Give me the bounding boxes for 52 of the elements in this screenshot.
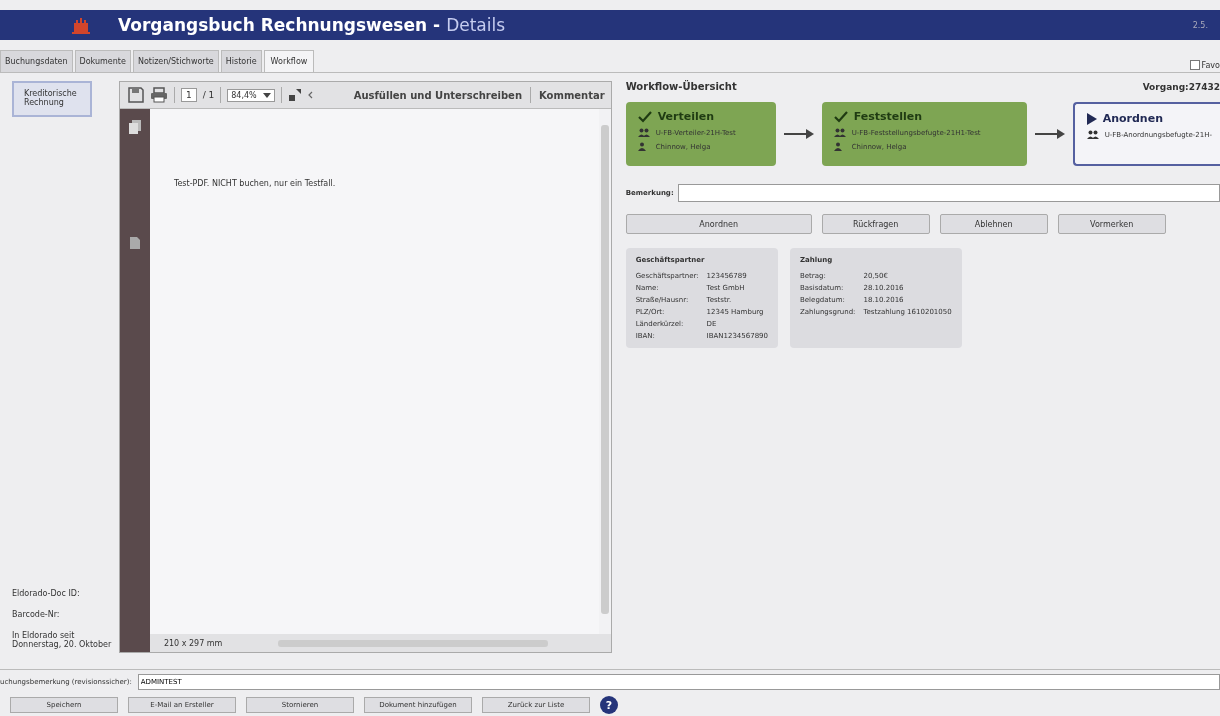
tab[interactable]: Notizen/Stichworte: [132, 50, 219, 72]
chevron-icon[interactable]: [307, 91, 313, 99]
person-icon: [833, 142, 842, 151]
favorite-checkbox[interactable]: Favo: [1189, 60, 1220, 70]
document-info-label: Barcode-Nr:: [12, 610, 61, 619]
play-icon: [1086, 112, 1097, 125]
case-number: Vorgang:27432: [1142, 81, 1220, 92]
step-name: Anordnen: [1102, 112, 1163, 125]
person-icon: [637, 142, 646, 151]
group-icon: [833, 128, 846, 137]
zoom-dropdown[interactable]: 84,4%: [227, 88, 275, 102]
arrow-icon: [1034, 129, 1065, 139]
title-separator: -: [433, 15, 441, 35]
window-title: Vorgangsbuch Rechnungswesen: [118, 15, 428, 35]
check-icon: [833, 110, 848, 123]
page-size-label: 210 x 297 mm: [163, 638, 224, 648]
page-number-field[interactable]: 1: [180, 88, 197, 102]
attachment-icon[interactable]: [127, 235, 142, 251]
workflow-action-button[interactable]: Ablehnen: [939, 214, 1048, 234]
tab[interactable]: Dokumente: [74, 50, 131, 72]
caret-icon: [262, 92, 271, 98]
check-icon: [637, 110, 652, 123]
document-info-label: In Eldorado seit Donnerstag, 20. Oktober: [12, 631, 113, 649]
document-info-label: Eldorado-Doc ID:: [12, 589, 81, 598]
horizontal-scrollbar[interactable]: [277, 639, 548, 647]
fill-sign-button[interactable]: Ausfüllen und Unterschreiben: [351, 89, 524, 101]
comment-button[interactable]: Kommentar: [537, 89, 607, 101]
workflow-action-button[interactable]: Anordnen: [625, 214, 812, 234]
print-icon[interactable]: [149, 87, 168, 103]
tab[interactable]: Buchungsdaten: [0, 50, 73, 72]
sidebar-item[interactable]: Kreditorische Rechnung: [12, 81, 92, 117]
page-count: / 1: [202, 90, 215, 100]
tab[interactable]: Historie: [220, 50, 262, 72]
remark-field[interactable]: [677, 184, 1220, 202]
step-name: Verteilen: [657, 110, 715, 123]
vertical-scrollbar[interactable]: [600, 125, 609, 614]
save-icon[interactable]: [127, 87, 144, 103]
workflow-action-button[interactable]: Rückfragen: [821, 214, 930, 234]
arrow-icon: [783, 129, 814, 139]
resize-icon[interactable]: [287, 88, 302, 102]
group-icon: [637, 128, 650, 137]
group-icon: [1086, 130, 1099, 139]
help-button[interactable]: ?: [600, 696, 618, 714]
window-subtitle: Details: [446, 15, 506, 35]
workflow-action-button[interactable]: Vormerken: [1057, 214, 1166, 234]
pdf-page-text: Test-PDF. NICHT buchen, nur ein Testfall.: [173, 179, 337, 188]
castle-logo-icon: [72, 15, 90, 35]
step-name: Feststellen: [853, 110, 923, 123]
pages-icon[interactable]: [127, 119, 142, 135]
workflow-title: Workflow-Übersicht: [625, 81, 737, 92]
tab[interactable]: Workflow: [263, 50, 315, 72]
version-label: 2.5.: [1192, 20, 1208, 30]
